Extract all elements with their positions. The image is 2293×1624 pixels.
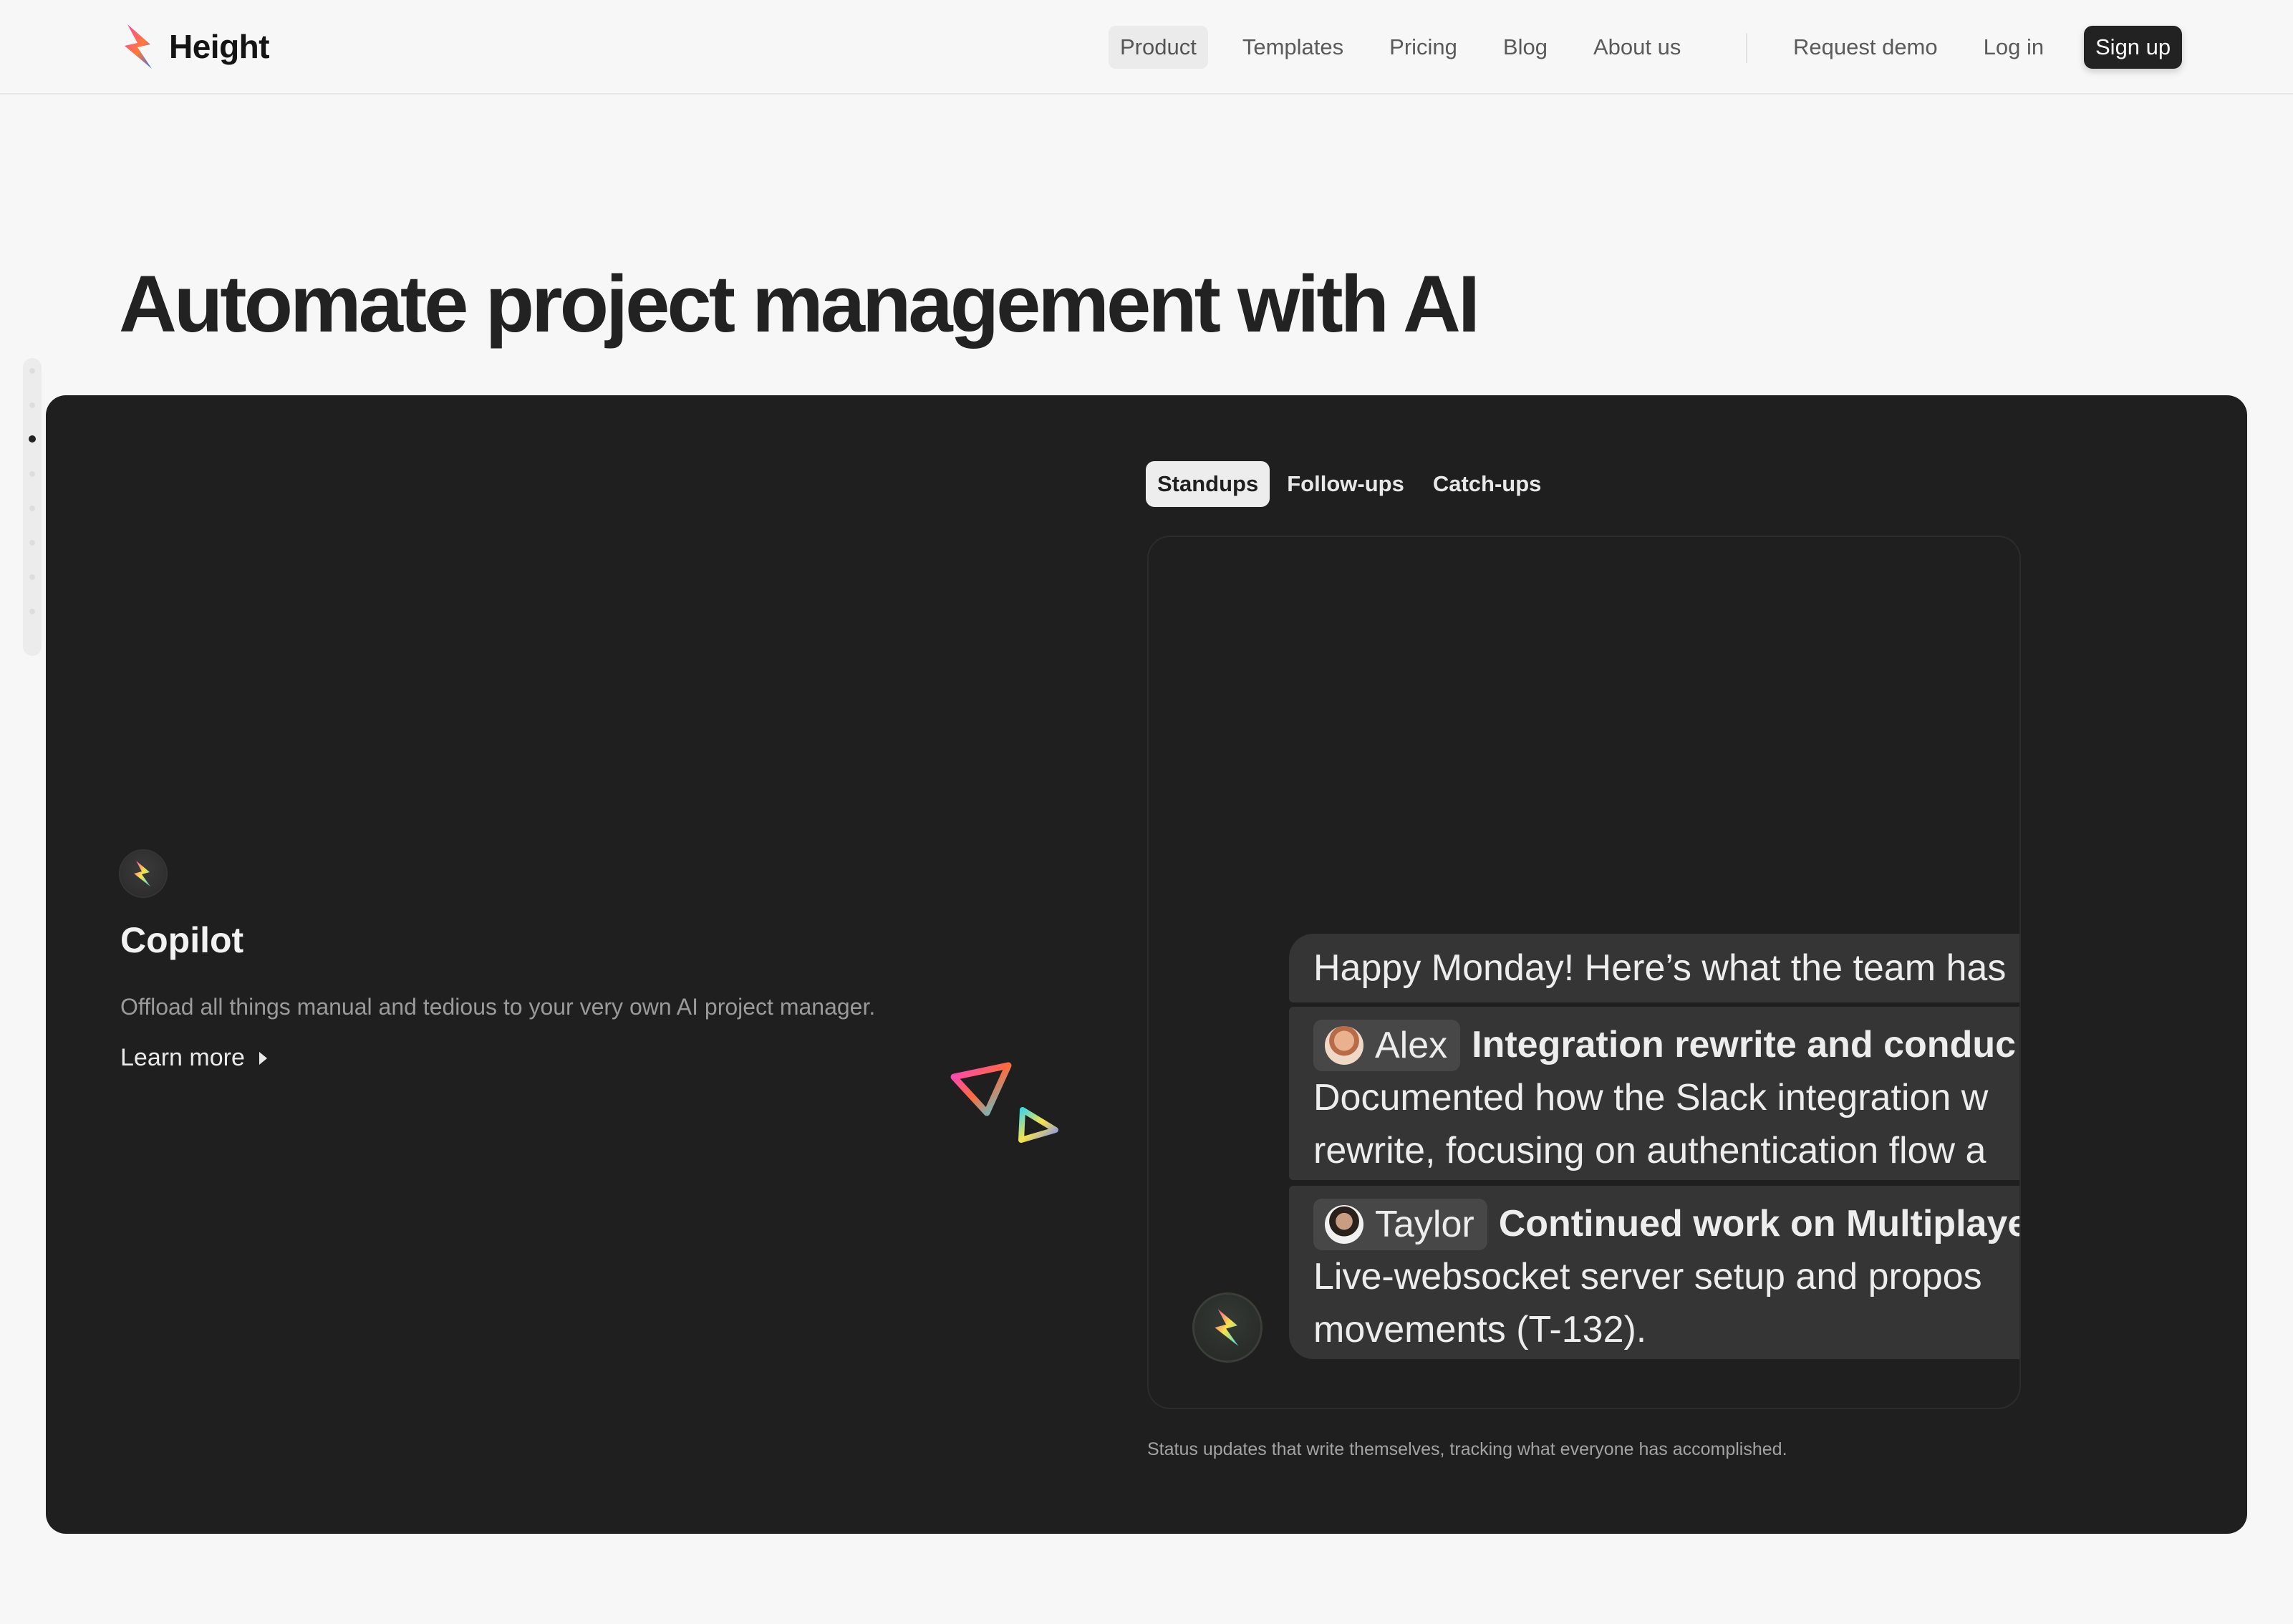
- avatar: [1325, 1205, 1363, 1244]
- log-in-link[interactable]: Log in: [1972, 26, 2055, 69]
- decorative-triangles-icon: [950, 1062, 1058, 1143]
- update-text-line: movements (T-132).: [1313, 1309, 1647, 1350]
- tab-follow-ups[interactable]: Follow-ups: [1275, 461, 1416, 507]
- sign-up-button[interactable]: Sign up: [2084, 26, 2183, 69]
- update-header: Alex Integration rewrite and conduc: [1313, 1018, 2019, 1071]
- update-header: Taylor Continued work on Multiplaye: [1313, 1197, 2021, 1250]
- update-text-line: Documented how the Slack integration w: [1313, 1077, 1989, 1118]
- nav-pricing[interactable]: Pricing: [1378, 26, 1469, 69]
- person-name: Taylor: [1375, 1204, 1474, 1245]
- preview-caption: Status updates that write themselves, tr…: [1147, 1439, 1787, 1459]
- caret-right-icon: [259, 1051, 267, 1065]
- section-dot[interactable]: [29, 609, 35, 614]
- update-text-line: Live-websocket server setup and propos: [1313, 1256, 1982, 1297]
- account-nav: Request demo Log in: [1782, 26, 2078, 69]
- request-demo-link[interactable]: Request demo: [1782, 26, 1949, 69]
- message-intro-text: Happy Monday! Here’s what the team has: [1313, 947, 2007, 989]
- avatar: [1325, 1026, 1363, 1065]
- person-chip[interactable]: Taylor: [1313, 1199, 1487, 1250]
- learn-more-label: Learn more: [120, 1044, 245, 1071]
- tab-catch-ups[interactable]: Catch-ups: [1421, 461, 1553, 507]
- feature-title: Copilot: [120, 920, 244, 960]
- section-dot[interactable]: [29, 402, 35, 408]
- message-update-taylor: Taylor Continued work on Multiplaye Live…: [1289, 1186, 2021, 1359]
- update-text-line: rewrite, focusing on authentication flow…: [1313, 1130, 1987, 1171]
- section-dot[interactable]: [29, 471, 35, 477]
- message-update-alex: Alex Integration rewrite and conduc Docu…: [1289, 1007, 2019, 1180]
- top-navigation: Height Product Templates Pricing Blog Ab…: [0, 0, 2293, 95]
- nav-about-us[interactable]: About us: [1582, 26, 1692, 69]
- standup-tabs: Standups Follow-ups Catch-ups: [1146, 461, 1558, 507]
- nav-templates[interactable]: Templates: [1231, 26, 1355, 69]
- height-logo-icon: [125, 24, 152, 69]
- person-chip[interactable]: Alex: [1313, 1020, 1461, 1071]
- nav-blog[interactable]: Blog: [1492, 26, 1559, 69]
- section-dot[interactable]: [29, 368, 35, 374]
- person-name: Alex: [1375, 1025, 1448, 1066]
- section-dot[interactable]: [29, 574, 35, 580]
- task-title: Continued work on Multiplaye: [1498, 1203, 2021, 1244]
- task-title: Integration rewrite and conduc: [1472, 1024, 2017, 1065]
- section-scroll-indicator[interactable]: [23, 358, 42, 656]
- nav-product[interactable]: Product: [1109, 26, 1208, 69]
- tab-standups[interactable]: Standups: [1146, 461, 1270, 507]
- section-dot-active[interactable]: [29, 435, 36, 443]
- copilot-bolt-icon: [1215, 1309, 1239, 1346]
- page-headline: Automate project management with AI: [119, 259, 1480, 349]
- section-dot[interactable]: [29, 540, 35, 546]
- copilot-icon: [120, 851, 166, 896]
- copilot-bolt-icon: [134, 861, 150, 886]
- nav-divider: [1746, 33, 1747, 63]
- main-nav: Product Templates Pricing Blog About us: [1109, 26, 1715, 69]
- section-dot[interactable]: [29, 506, 35, 511]
- copilot-avatar: [1194, 1295, 1260, 1360]
- brand-name: Height: [169, 28, 270, 65]
- learn-more-link[interactable]: Learn more: [120, 1044, 267, 1072]
- standup-preview-card: Happy Monday! Here’s what the team has A…: [1147, 536, 2021, 1409]
- feature-description: Offload all things manual and tedious to…: [120, 994, 876, 1020]
- brand-logo-link[interactable]: Height: [120, 24, 270, 69]
- message-intro: Happy Monday! Here’s what the team has: [1289, 934, 2019, 1002]
